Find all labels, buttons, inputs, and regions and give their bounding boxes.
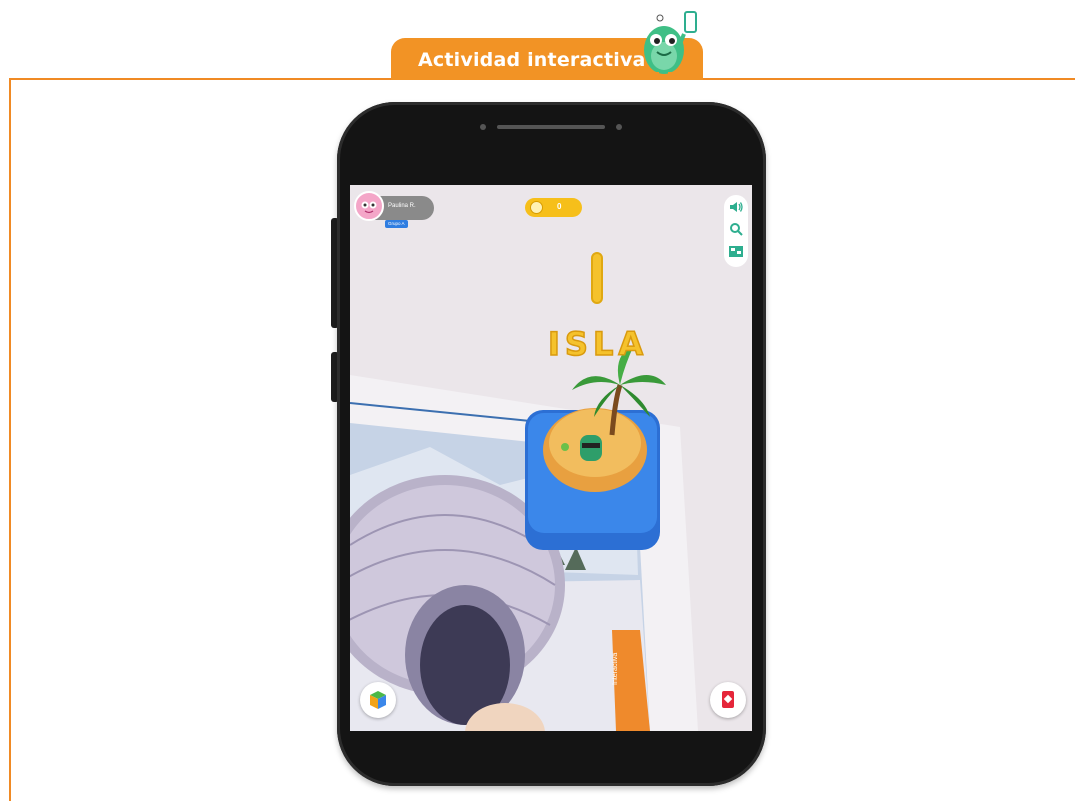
map-icon[interactable] xyxy=(728,243,744,259)
group-badge: Grupo A xyxy=(385,220,408,228)
coin-icon xyxy=(530,201,543,214)
pink-monster-avatar-icon xyxy=(361,201,377,214)
phone-sensor xyxy=(616,124,622,130)
avatar[interactable] xyxy=(354,191,384,221)
activity-tab-label: Actividad interactiva xyxy=(418,49,646,71)
search-icon[interactable] xyxy=(728,221,744,237)
phone-speaker xyxy=(497,125,605,129)
speaker-icon[interactable] xyxy=(728,199,744,215)
app-screen[interactable]: ISLA I Interactiva Paulina R. Grupo A 0 xyxy=(350,185,752,731)
ar-word-text: ISLA xyxy=(548,325,648,363)
card-button[interactable] xyxy=(710,682,746,718)
user-name: Paulina R. xyxy=(388,203,416,209)
phone-camera xyxy=(480,124,486,130)
card-icon xyxy=(722,691,734,708)
cube-icon xyxy=(370,691,386,709)
green-monster-with-phone-icon xyxy=(644,11,697,77)
book-strip-text: Interactiva xyxy=(612,652,619,685)
cube-button[interactable] xyxy=(360,682,396,718)
ar-word: ISLA xyxy=(547,324,648,364)
coin-count: 0 xyxy=(557,202,562,211)
